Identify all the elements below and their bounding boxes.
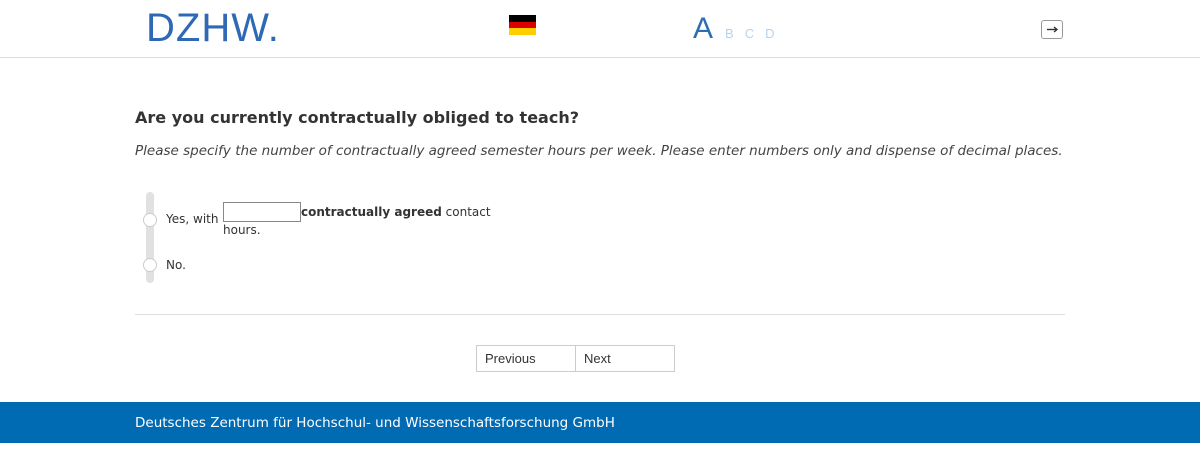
step-a: A (693, 12, 714, 45)
next-button[interactable]: Next (575, 345, 675, 372)
flag-stripe-red (509, 21, 536, 29)
radio-yes[interactable] (143, 213, 157, 227)
label-yes-suffix-line2: hours. (223, 223, 261, 237)
label-yes-suffix-bold: contractually agreed (301, 205, 442, 219)
previous-button[interactable]: Previous (476, 345, 576, 372)
label-yes-suffix: contractually agreed contact (301, 205, 491, 219)
flag-stripe-gold (509, 28, 536, 36)
german-flag-icon[interactable] (509, 15, 536, 36)
label-yes-suffix-rest: contact (441, 205, 491, 219)
dzhw-logo: DZHW. (146, 6, 280, 50)
divider (135, 314, 1065, 315)
hours-input[interactable] (223, 202, 301, 222)
header: DZHW. ABCD (0, 0, 1200, 58)
label-no: No. (166, 258, 186, 272)
question-title: Are you currently contractually obliged … (135, 108, 580, 127)
footer: Deutsches Zentrum für Hochschul- und Wis… (0, 402, 1200, 443)
radio-no[interactable] (143, 258, 157, 272)
step-d: D (765, 26, 775, 41)
footer-text: Deutsches Zentrum für Hochschul- und Wis… (135, 415, 615, 431)
step-c: C (744, 26, 755, 41)
flag-stripe-black (509, 15, 536, 22)
question-instruction: Please specify the number of contractual… (135, 143, 1063, 159)
progress-steps: ABCD (693, 12, 785, 45)
exit-button[interactable] (1041, 20, 1063, 39)
exit-icon (1047, 26, 1059, 33)
step-b: B (725, 26, 734, 41)
label-yes: Yes, with (166, 212, 219, 226)
